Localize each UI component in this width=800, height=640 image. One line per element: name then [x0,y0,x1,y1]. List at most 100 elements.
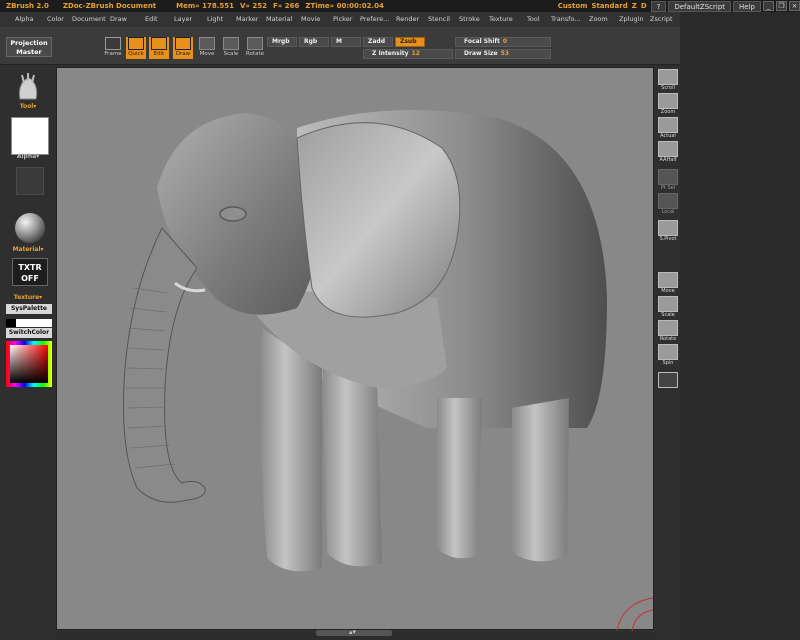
menu-document[interactable]: Document [72,15,106,23]
menu-zscript[interactable]: Zscript [650,15,673,23]
move-view-button[interactable]: Move [657,272,679,294]
menu-draw[interactable]: Draw [110,15,127,23]
question-button[interactable]: ? [650,0,667,12]
ztime-readout: ZTime» 00:00:02.04 [305,2,384,10]
standard-label[interactable]: Standard [591,2,627,10]
menu-color[interactable]: Color [47,15,64,23]
material-ball-icon[interactable] [15,213,45,243]
menu-marker[interactable]: Marker [236,15,258,23]
rotate-button[interactable]: Rotate [245,37,265,59]
menu-layer[interactable]: Layer [174,15,192,23]
local-button[interactable]: Local [657,193,679,215]
actual-icon [658,117,678,133]
move-button[interactable]: Move [197,37,217,59]
left-palette: Tool▾ Alpha▾ Material▾ TXTR OFF Texture▾… [0,65,56,640]
vertex-readout: V» 252 [240,2,268,10]
menu-picker[interactable]: Picker [333,15,352,23]
z-label[interactable]: Z [632,2,637,10]
zadd-button[interactable]: Zadd [363,37,393,47]
menu-render[interactable]: Render [396,15,419,23]
menu-zoom[interactable]: Zoom [589,15,608,23]
toolbar: Projection Master Frame Quick Edit Draw … [0,27,680,65]
alpha-label[interactable]: Alpha▾ [0,153,56,160]
color-picker-field[interactable] [10,345,48,383]
scale-view-label: Scale [661,312,675,318]
menu-stencil[interactable]: Stencil [428,15,450,23]
alpha-swatch[interactable] [11,117,49,155]
close-icon[interactable]: × [789,1,800,11]
mrgb-button[interactable]: Mrgb [267,37,297,47]
help-button[interactable]: Help [733,0,761,12]
actual-button[interactable]: Actual [657,117,679,139]
scroll-icon [658,69,678,85]
txtr-label: TXTR [18,263,42,272]
primary-color-swatch[interactable] [16,319,52,327]
spivot-button[interactable]: S.Pivot [657,220,679,242]
menu-material[interactable]: Material [266,15,292,23]
restore-icon[interactable]: ❐ [776,1,787,11]
tool-label[interactable]: Tool▾ [0,103,56,110]
quick-button[interactable]: Quick [126,37,146,59]
focal-shift-label: Focal Shift [464,38,500,45]
menu-zplugin[interactable]: Zplugin [619,15,644,23]
menu-transform[interactable]: Transfo... [551,15,581,23]
switchcolor-button[interactable]: SwitchColor [6,328,52,338]
m-button[interactable]: M [331,37,361,47]
z-intensity-slider[interactable]: Z Intensity 12 [363,49,453,59]
frame-label: Frame [104,51,122,57]
menu-preferences[interactable]: Prefere... [360,15,389,23]
document-title: ZDoc-ZBrush Document [62,2,157,10]
texture-label[interactable]: Texture▾ [0,294,56,301]
minimize-icon[interactable]: _ [763,1,774,11]
texture-off-button[interactable]: TXTR OFF [12,258,48,286]
z-intensity-label: Z Intensity [372,50,409,57]
rotate-icon [247,37,263,50]
menu-stroke[interactable]: Stroke [459,15,480,23]
menu-alpha[interactable]: Alpha [15,15,33,23]
menu-edit[interactable]: Edit [145,15,158,23]
default-zscript-button[interactable]: DefaultZScript [668,0,732,12]
pt-sel-icon [658,169,678,185]
scroll-button[interactable]: Scroll [657,69,679,91]
draw-label: Draw [175,51,191,57]
projection-master-button[interactable]: Projection Master [6,37,52,57]
menu-movie[interactable]: Movie [301,15,320,23]
custom-label: Custom [557,2,588,10]
canvas-bottom-handle[interactable]: ▴▾ [316,628,392,636]
pt-sel-button[interactable]: Pt Sel [657,169,679,191]
document-canvas[interactable] [56,67,655,631]
menu-light[interactable]: Light [207,15,223,23]
zoom-icon [658,93,678,109]
d-label[interactable]: D [641,2,647,10]
zoom-button[interactable]: Zoom [657,93,679,115]
local-icon [658,193,678,209]
scale-button[interactable]: Scale [221,37,241,59]
rotate-view-button[interactable]: Rotate [657,320,679,342]
elephant-model[interactable] [57,68,655,631]
aahalf-button[interactable]: AAHalf [657,141,679,163]
zsub-button[interactable]: Zsub [395,37,425,47]
secondary-color-swatch[interactable] [6,319,16,327]
color-picker[interactable] [6,341,52,387]
rotate-view-label: Rotate [659,336,677,342]
scale-icon [223,37,239,50]
spin-button[interactable]: Spin [657,344,679,366]
rotate-view-icon [658,320,678,336]
rgb-button[interactable]: Rgb [299,37,329,47]
move-label: Move [199,51,215,57]
snapshot-button[interactable] [657,372,679,388]
focal-shift-slider[interactable]: Focal Shift 0 [455,37,551,47]
scale-view-button[interactable]: Scale [657,296,679,318]
draw-size-slider[interactable]: Draw Size 53 [455,49,551,59]
color-swatches[interactable] [6,319,52,327]
edit-button[interactable]: Edit [149,37,169,59]
draw-button[interactable]: Draw [173,37,193,59]
frame-button[interactable]: Frame [103,37,123,59]
title-bar: ZBrush 2.0 ZDoc-ZBrush Document Mem» 178… [0,0,800,12]
projection-master-label-2: Master [16,48,42,56]
stroke-swatch[interactable] [16,167,44,195]
menu-tool[interactable]: Tool [527,15,540,23]
material-label[interactable]: Material▾ [0,246,56,253]
syspalette-button[interactable]: SysPalette [6,304,52,314]
menu-texture[interactable]: Texture [489,15,513,23]
